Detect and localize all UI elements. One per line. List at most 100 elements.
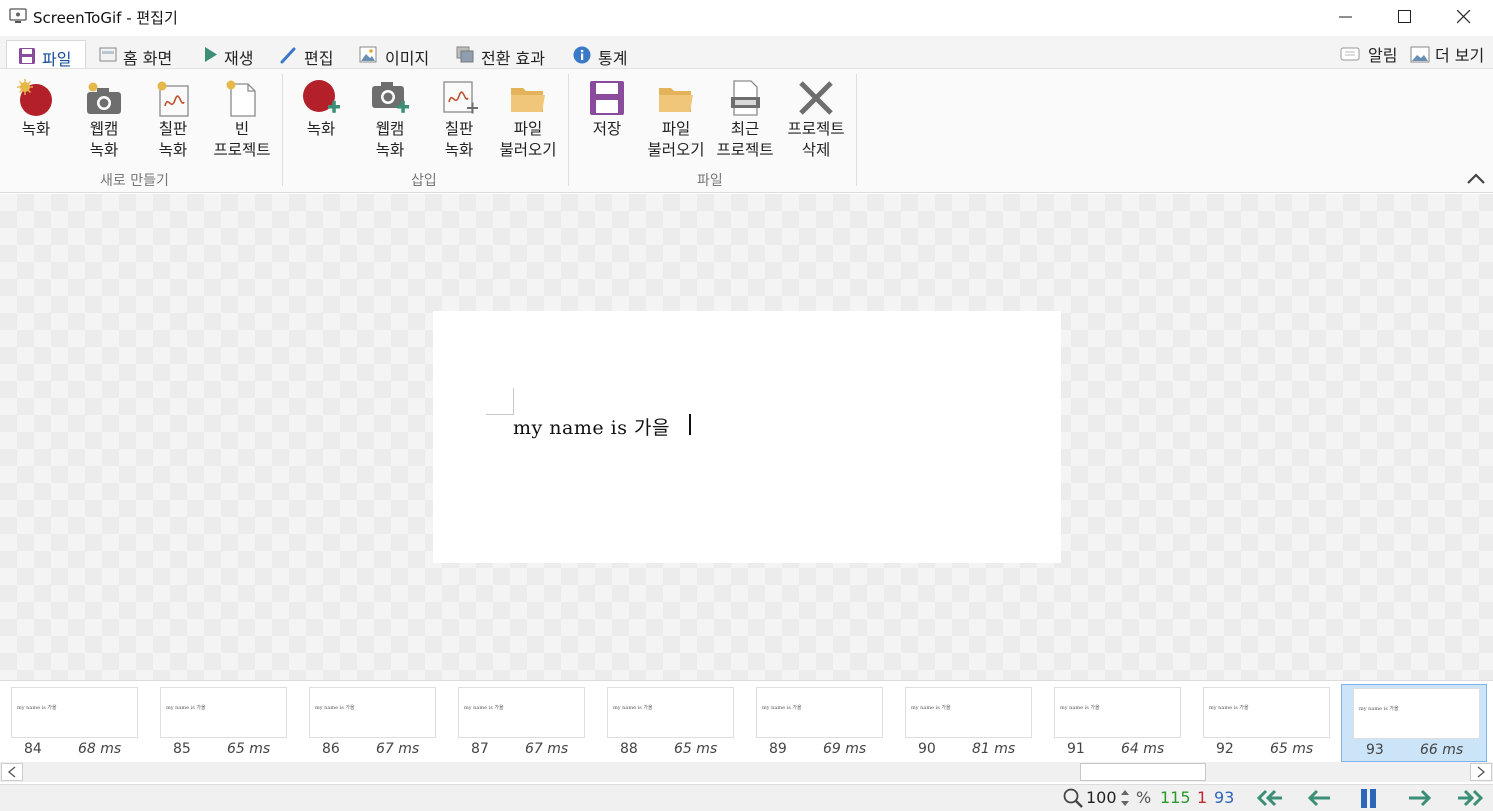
frame-delay: 68 ms xyxy=(78,741,122,757)
chevron-left-icon xyxy=(7,766,16,778)
scroll-left-button[interactable] xyxy=(1,763,23,781)
notifications-button[interactable]: 알림 xyxy=(1340,40,1402,69)
frame-delay: 66 ms xyxy=(1420,742,1464,758)
tab-playback[interactable]: 재생 xyxy=(198,40,264,69)
thumbnail-image xyxy=(1353,688,1480,739)
home-icon xyxy=(99,47,117,62)
frame-number: 89 xyxy=(769,741,787,757)
thumbnail-image xyxy=(756,687,883,738)
tab-label: 파일 xyxy=(42,50,72,69)
minimize-button[interactable] xyxy=(1317,0,1375,34)
new-recording-button[interactable]: 녹화 xyxy=(1,75,71,170)
scroll-right-button[interactable] xyxy=(1470,763,1492,781)
scrollbar-thumb[interactable] xyxy=(1080,763,1206,781)
load-file-button[interactable]: 파일 불러오기 xyxy=(641,75,711,170)
recent-projects-icon xyxy=(731,80,760,116)
thumbnail-image xyxy=(11,687,138,738)
frame-delay: 65 ms xyxy=(1270,741,1314,757)
tab-statistics[interactable]: 통계 xyxy=(571,40,641,69)
minimize-icon xyxy=(1339,16,1352,18)
thumbnail-text: my name is 가을 xyxy=(1359,706,1399,712)
chevron-up-icon[interactable] xyxy=(1465,170,1487,186)
tab-label: 통계 xyxy=(598,49,628,68)
selected-frames-count: 1 xyxy=(1197,788,1208,807)
record-add-icon xyxy=(303,80,340,113)
thumbnail-text: my name is 가을 xyxy=(1060,705,1100,711)
maximize-icon xyxy=(1398,10,1411,23)
arrow-left-icon xyxy=(1307,789,1330,807)
save-icon xyxy=(590,81,624,115)
frame-number: 84 xyxy=(24,741,42,757)
current-frame-number: 93 xyxy=(1214,788,1235,807)
thumbnail-text: my name is 가을 xyxy=(911,705,951,711)
thumbnail-text: my name is 가을 xyxy=(464,705,504,711)
play-icon xyxy=(205,47,217,62)
frame-thumbnail[interactable]: my name is 가을 91 64 ms xyxy=(1043,684,1189,762)
next-frame-button[interactable] xyxy=(1404,787,1434,809)
thumbnail-image xyxy=(1203,687,1330,738)
webcam-add-icon xyxy=(372,82,409,113)
frame-delay: 67 ms xyxy=(376,741,420,757)
frame-delay: 81 ms xyxy=(972,741,1016,757)
zoom-input[interactable]: 100 xyxy=(1086,788,1117,807)
pencil-icon xyxy=(280,47,296,64)
frame-thumbnail[interactable]: my name is 가을 92 65 ms xyxy=(1192,684,1338,762)
first-frame-button[interactable] xyxy=(1255,787,1285,809)
insert-webcam-recording-button[interactable]: 웹캠 녹화 xyxy=(355,75,425,170)
horizontal-scrollbar[interactable] xyxy=(0,762,1493,782)
more-button[interactable]: 더 보기 xyxy=(1410,40,1490,69)
tab-file[interactable]: 파일 xyxy=(6,40,86,69)
new-webcam-recording-button[interactable]: 웹캠 녹화 xyxy=(69,75,139,170)
pause-button[interactable] xyxy=(1355,787,1385,809)
close-button[interactable] xyxy=(1435,0,1493,34)
frame-thumbnail[interactable]: my name is 가을 84 68 ms xyxy=(0,684,146,762)
zoom-stepper-icon[interactable] xyxy=(1119,787,1131,809)
tab-edit[interactable]: 편집 xyxy=(277,40,343,69)
folder-icon xyxy=(511,88,545,112)
new-blank-project-button[interactable]: 빈 프로젝트 xyxy=(207,75,277,170)
button-label: 최근 프로젝트 xyxy=(716,120,774,159)
frame-number: 93 xyxy=(1366,742,1384,758)
app-icon xyxy=(9,8,27,23)
thumbnail-text: my name is 가을 xyxy=(166,705,206,711)
button-label: 파일 불러오기 xyxy=(499,120,557,159)
recent-projects-button[interactable]: 최근 프로젝트 xyxy=(710,75,780,170)
image-icon xyxy=(359,46,377,63)
frame-thumbnail[interactable]: my name is 가을 86 67 ms xyxy=(298,684,444,762)
insert-recording-button[interactable]: 녹화 xyxy=(286,75,356,170)
new-board-recording-button[interactable]: 칠판 녹화 xyxy=(138,75,208,170)
group-label-insert: 삽입 xyxy=(411,173,437,189)
frame-content-text: my name is 가을 xyxy=(513,417,670,439)
board-add-icon xyxy=(443,81,478,114)
thumbnail-image xyxy=(1054,687,1181,738)
tab-transitions[interactable]: 전환 효과 xyxy=(454,40,559,69)
frame-thumbnail[interactable]: my name is 가을 88 65 ms xyxy=(596,684,742,762)
insert-board-recording-button[interactable]: 칠판 녹화 xyxy=(424,75,494,170)
thumbnail-text: my name is 가을 xyxy=(1209,705,1249,711)
window-title: ScreenToGif - 편집기 xyxy=(33,9,178,27)
insert-load-file-button[interactable]: 파일 불러오기 xyxy=(493,75,563,170)
title-bar xyxy=(0,0,1493,34)
frame-thumbnail-selected[interactable]: my name is 가을 93 66 ms xyxy=(1341,684,1487,762)
last-frame-button[interactable] xyxy=(1455,787,1485,809)
thumbnail-text: my name is 가을 xyxy=(315,705,355,711)
frame-number: 85 xyxy=(173,741,191,757)
frame-thumbnail[interactable]: my name is 가을 90 81 ms xyxy=(894,684,1040,762)
frame-thumbnail[interactable]: my name is 가을 87 67 ms xyxy=(447,684,593,762)
delete-project-button[interactable]: 프로젝트 삭제 xyxy=(781,75,851,170)
arrow-right-icon xyxy=(1409,789,1432,807)
frame-thumbnail[interactable]: my name is 가을 89 69 ms xyxy=(745,684,891,762)
double-arrow-right-icon xyxy=(1458,789,1484,807)
thumbnail-image xyxy=(160,687,287,738)
tab-image[interactable]: 이미지 xyxy=(357,40,439,69)
frame-thumbnail[interactable]: my name is 가을 85 65 ms xyxy=(149,684,295,762)
save-button[interactable]: 저장 xyxy=(572,75,642,170)
double-arrow-left-icon xyxy=(1256,789,1282,807)
tab-label: 전환 효과 xyxy=(481,49,545,68)
tab-home[interactable]: 홈 화면 xyxy=(95,40,190,69)
group-label-file: 파일 xyxy=(697,173,723,189)
previous-frame-button[interactable] xyxy=(1305,787,1335,809)
maximize-button[interactable] xyxy=(1376,0,1434,34)
frame-number: 87 xyxy=(471,741,489,757)
frame-number: 91 xyxy=(1067,741,1085,757)
